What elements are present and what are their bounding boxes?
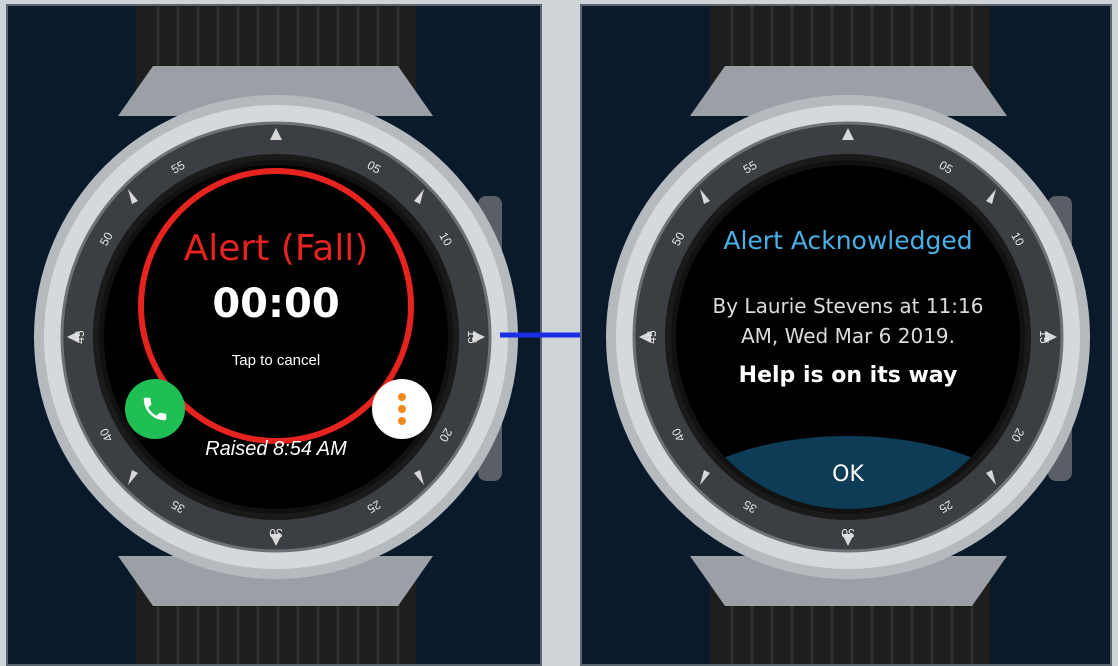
tap-to-cancel-hint[interactable]: Tap to cancel	[8, 352, 540, 369]
more-vertical-icon	[398, 393, 406, 425]
raised-time: Raised 8:54 AM	[205, 438, 347, 460]
alert-watch-panel: 55 05 10 15 20 25 30 35 40 45 50 Alert (Fall) 00:0…	[6, 4, 542, 666]
bezel-number: 45	[73, 330, 87, 344]
bezel-number: 30	[269, 526, 283, 540]
countdown-timer: 00:00	[212, 281, 340, 327]
acknowledged-watch-panel: 55 05 10 15 20 25 30 35 40 45 50 Alert Acknowledge…	[580, 4, 1112, 666]
acknowledged-title: Alert Acknowledged	[723, 226, 973, 255]
acknowledged-date-line: AM, Wed Mar 6 2019.	[740, 324, 956, 348]
phone-icon	[143, 397, 167, 421]
help-message: Help is on its way	[738, 363, 958, 388]
more-options-button[interactable]	[372, 379, 432, 439]
ok-button[interactable]	[712, 436, 986, 546]
alert-title: Alert (Fall)	[183, 228, 369, 269]
bezel-number: 15	[465, 330, 479, 344]
acknowledged-by-line: By Laurie Stevens at 11:16	[712, 294, 984, 318]
call-button[interactable]	[125, 379, 185, 439]
ok-button-label[interactable]: OK	[582, 462, 1110, 487]
watch-body: 55 05101520253035404550	[34, 6, 518, 664]
